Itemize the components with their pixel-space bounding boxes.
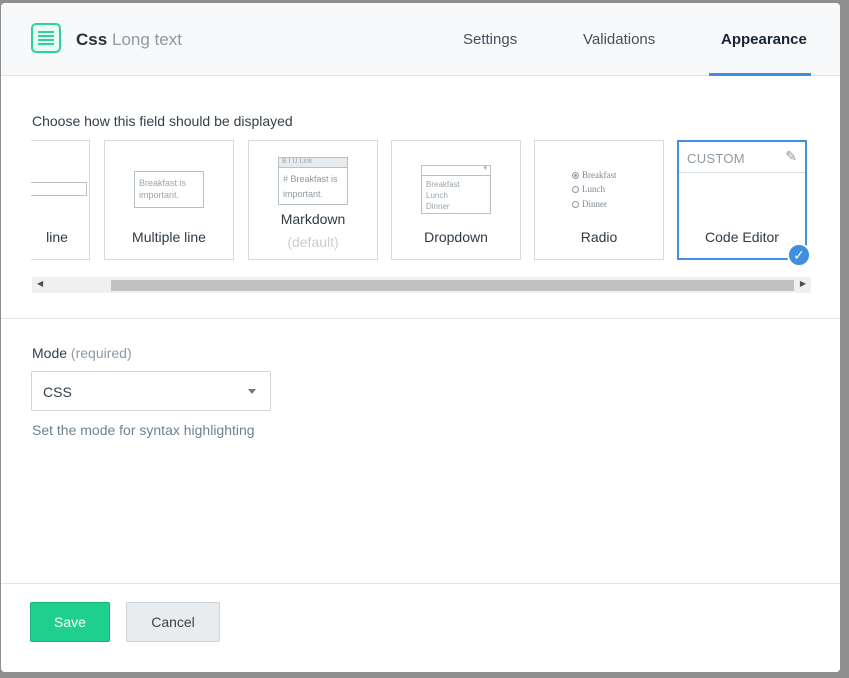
- appearance-option-radio[interactable]: Breakfast Lunch Dinner Radio: [534, 140, 664, 260]
- radio-preview-item: Breakfast: [582, 170, 617, 180]
- appearance-option-single-line[interactable]: t line: [31, 140, 90, 260]
- option-label: Dropdown: [424, 229, 488, 245]
- custom-badge: CUSTOM: [687, 151, 745, 166]
- dropdown-preview-select: ▾: [422, 164, 490, 176]
- tab-validations[interactable]: Validations: [583, 31, 655, 48]
- dropdown-preview-item: Breakfast: [426, 180, 460, 189]
- single-line-preview: t: [31, 182, 87, 196]
- field-name: Css: [76, 30, 108, 49]
- radio-dot-icon: [572, 172, 579, 179]
- appearance-option-multiple-line[interactable]: Breakfast is important. Multiple line: [104, 140, 234, 260]
- multiple-line-preview-text: Breakfast is important.: [139, 178, 187, 200]
- markdown-preview: B I U Link # Breakfast is important.: [278, 157, 348, 205]
- cancel-button[interactable]: Cancel: [126, 602, 220, 642]
- radio-preview: Breakfast Lunch Dinner: [572, 170, 632, 212]
- active-tab-indicator: [709, 73, 811, 76]
- scroll-left-icon[interactable]: ◀: [37, 279, 43, 288]
- tab-appearance[interactable]: Appearance: [721, 31, 807, 48]
- tab-settings[interactable]: Settings: [463, 31, 517, 48]
- appearance-option-dropdown[interactable]: ▾ Breakfast Lunch Dinner Dropdown: [391, 140, 521, 260]
- option-label: Markdown: [280, 211, 346, 227]
- option-label: Radio: [580, 229, 618, 245]
- option-default-tag: (default): [287, 234, 339, 250]
- markdown-toolbar: B I U Link: [279, 158, 347, 168]
- markdown-preview-text: # Breakfast is important.: [283, 174, 338, 199]
- radio-circle-icon: [572, 186, 579, 193]
- section-divider: [1, 318, 840, 319]
- appearance-options: t line Breakfast is important. Multiple …: [31, 140, 813, 262]
- dropdown-preview-item: Dinner: [426, 202, 450, 211]
- horizontal-scrollbar[interactable]: ◀ ▶: [32, 277, 811, 293]
- multiple-line-preview: Breakfast is important.: [134, 171, 204, 208]
- appearance-prompt: Choose how this field should be displaye…: [32, 113, 293, 129]
- scroll-right-icon[interactable]: ▶: [800, 279, 806, 288]
- custom-header: CUSTOM ✎: [679, 142, 805, 173]
- field-appearance-dialog: Css Long text Settings Validations Appea…: [1, 3, 840, 672]
- mode-help-text: Set the mode for syntax highlighting: [32, 422, 255, 438]
- pencil-icon[interactable]: ✎: [785, 148, 797, 165]
- mode-select-value: CSS: [43, 384, 72, 400]
- radio-preview-item: Dinner: [582, 199, 607, 209]
- mode-select[interactable]: CSS: [31, 371, 271, 411]
- radio-circle-icon: [572, 201, 579, 208]
- appearance-option-code-editor[interactable]: CUSTOM ✎ Code Editor: [677, 140, 807, 260]
- option-label: Multiple line: [132, 229, 206, 245]
- mode-required-tag: (required): [70, 345, 132, 361]
- mode-label: Mode (required): [32, 345, 132, 361]
- chevron-down-icon: ▾: [483, 164, 487, 172]
- appearance-option-markdown[interactable]: B I U Link # Breakfast is important. Mar…: [248, 140, 378, 260]
- option-label: Code Editor: [705, 229, 779, 245]
- dialog-footer: Save Cancel: [1, 583, 840, 672]
- caret-down-icon: [248, 389, 256, 394]
- mode-label-text: Mode: [32, 345, 68, 361]
- dropdown-preview-item: Lunch: [426, 191, 448, 200]
- scrollbar-thumb[interactable]: [111, 280, 794, 291]
- save-button[interactable]: Save: [30, 602, 110, 642]
- markdown-toolbar-text: B I U Link: [282, 158, 313, 165]
- long-text-icon: [31, 23, 61, 53]
- checkmark-icon: ✓: [787, 243, 811, 267]
- field-type: Long text: [112, 30, 182, 49]
- dropdown-preview: ▾ Breakfast Lunch Dinner: [421, 164, 491, 214]
- radio-preview-item: Lunch: [582, 184, 605, 194]
- dialog-header: Css Long text Settings Validations Appea…: [1, 3, 840, 76]
